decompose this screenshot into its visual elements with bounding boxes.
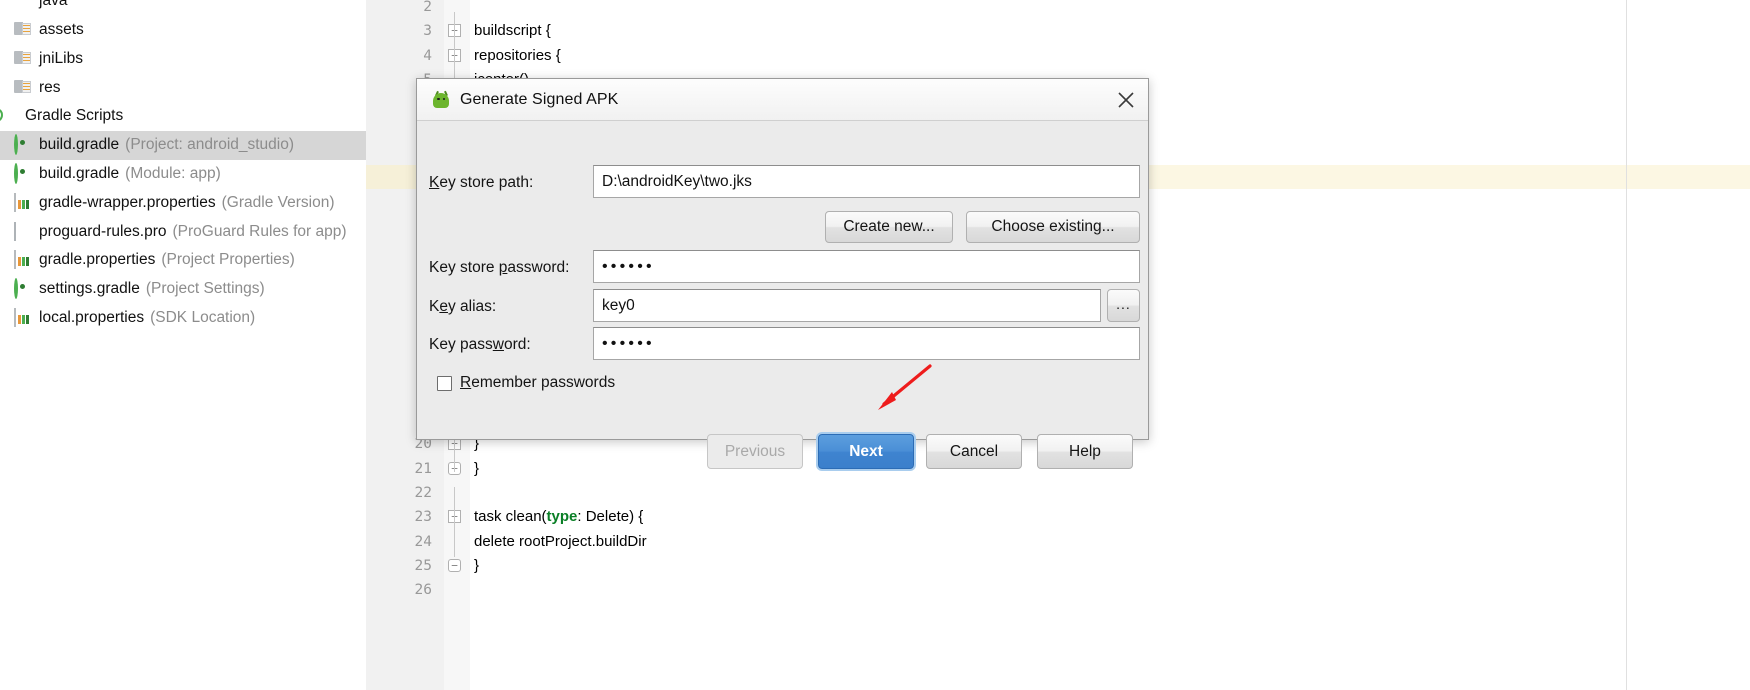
gradle-icon xyxy=(14,134,32,156)
dialog-titlebar[interactable]: Generate Signed APK xyxy=(417,79,1148,121)
code-line-text[interactable]: repositories { xyxy=(474,44,561,68)
key-store-password-input[interactable]: •••••• xyxy=(593,250,1140,283)
line-number: 4 xyxy=(423,47,432,64)
folder-icon xyxy=(14,21,32,39)
remember-passwords-checkbox[interactable]: Remember passwords xyxy=(437,374,615,392)
gradle-icon xyxy=(14,278,32,300)
tree-item-gradle-properties[interactable]: gradle.properties (Project Properties) xyxy=(0,246,366,275)
tree-item-label: build.gradle xyxy=(39,165,120,183)
tree-item-sublabel: (Project Properties) xyxy=(161,251,295,269)
tree-item-settings-gradle[interactable]: settings.gradle (Project Settings) xyxy=(0,275,366,304)
key-store-password-value: •••••• xyxy=(602,257,655,275)
code-fold-toggle-icon[interactable]: − xyxy=(448,558,461,572)
tree-item-gradle-scripts[interactable]: Gradle Scripts xyxy=(0,102,366,131)
key-password-input[interactable]: •••••• xyxy=(593,327,1140,360)
line-number: 3 xyxy=(423,23,432,40)
key-store-path-label: Key store path: xyxy=(429,174,534,191)
tree-item-label: assets xyxy=(39,21,84,39)
fold-guide-line xyxy=(454,487,455,557)
tree-item-label: jniLibs xyxy=(39,49,83,67)
help-button[interactable]: Help xyxy=(1037,434,1133,469)
choose-existing-button[interactable]: Choose existing... xyxy=(966,211,1140,243)
project-tree-pane[interactable]: java assets jniLibs res Gradle Scripts build.… xyxy=(0,0,366,690)
tree-item-label: res xyxy=(39,78,61,96)
folder-java-icon xyxy=(14,0,32,10)
line-number: 2 xyxy=(423,0,432,15)
properties-icon xyxy=(14,308,32,328)
key-alias-label: Key alias: xyxy=(429,298,497,315)
tree-item-sublabel: (Module: app) xyxy=(125,165,221,183)
editor-right-border xyxy=(1626,0,1627,690)
key-password-label: Key password: xyxy=(429,336,531,353)
tree-item-proguard-rules-pro[interactable]: proguard-rules.pro (ProGuard Rules for ap… xyxy=(0,217,366,246)
gradle-icon xyxy=(14,163,32,185)
code-line-text[interactable]: buildscript { xyxy=(474,19,551,43)
properties-icon xyxy=(14,192,32,212)
tree-item-sublabel: (SDK Location) xyxy=(150,309,256,327)
cancel-button[interactable]: Cancel xyxy=(926,434,1022,469)
tree-item-java[interactable]: java xyxy=(0,0,366,16)
remember-passwords-label: Remember passwords xyxy=(460,374,616,391)
tree-item-sublabel: (Project: android_studio) xyxy=(125,136,295,154)
tree-item-sublabel: (Gradle Version) xyxy=(221,193,335,211)
tree-item-label: build.gradle xyxy=(39,136,120,154)
code-line-text[interactable]: } xyxy=(474,554,479,578)
tree-item-label: java xyxy=(39,0,68,10)
textfile-icon xyxy=(14,221,32,241)
tree-item-sublabel: (ProGuard Rules for app) xyxy=(172,222,347,240)
line-number: 25 xyxy=(414,557,432,574)
key-password-value: •••••• xyxy=(602,334,655,352)
gradle-scripts-icon xyxy=(0,107,18,125)
tree-item-assets[interactable]: assets xyxy=(0,16,366,45)
create-new-button[interactable]: Create new... xyxy=(825,211,953,243)
generate-signed-apk-dialog[interactable]: Generate Signed APK Key store path: D:\a… xyxy=(416,78,1149,469)
key-store-path-input[interactable]: D:\androidKey\two.jks xyxy=(593,165,1140,198)
tree-item-label: settings.gradle xyxy=(39,280,140,298)
checkbox-box[interactable] xyxy=(437,375,452,391)
android-icon xyxy=(431,90,451,110)
tree-item-sublabel: (Project Settings) xyxy=(145,280,265,298)
tree-item-local-properties[interactable]: local.properties (SDK Location) xyxy=(0,304,366,333)
tree-item-build-gradle[interactable]: build.gradle (Module: app) xyxy=(0,160,366,189)
key-alias-browse-button[interactable]: ... xyxy=(1107,289,1140,322)
dialog-body: Key store path: D:\androidKey\two.jks Cr… xyxy=(417,121,1148,469)
next-button[interactable]: Next xyxy=(818,434,914,469)
previous-button[interactable]: Previous xyxy=(707,434,803,469)
tree-item-label: gradle-wrapper.properties xyxy=(39,193,216,211)
line-number: 23 xyxy=(414,509,432,526)
dialog-title: Generate Signed APK xyxy=(460,90,619,108)
key-alias-value: key0 xyxy=(602,296,635,314)
line-number: 21 xyxy=(414,460,432,477)
tree-item-build-gradle[interactable]: build.gradle (Project: android_studio) xyxy=(0,131,366,160)
tree-item-label: proguard-rules.pro xyxy=(39,222,167,240)
folder-icon xyxy=(14,50,32,68)
code-line-text[interactable]: delete rootProject.buildDir xyxy=(474,530,647,554)
close-icon[interactable] xyxy=(1114,88,1138,112)
line-number: 26 xyxy=(414,582,432,599)
folder-icon xyxy=(14,79,32,97)
tree-item-label: local.properties xyxy=(39,309,145,327)
tree-item-jnilibs[interactable]: jniLibs xyxy=(0,45,366,74)
key-alias-input[interactable]: key0 xyxy=(593,289,1101,322)
code-line-text[interactable]: task clean(type: Delete) { xyxy=(474,505,643,529)
key-store-password-label: Key store password: xyxy=(429,259,570,276)
tree-item-label: gradle.properties xyxy=(39,251,156,269)
tree-item-label: Gradle Scripts xyxy=(25,107,124,125)
key-store-path-value: D:\androidKey\two.jks xyxy=(602,172,752,190)
tree-item-res[interactable]: res xyxy=(0,73,366,102)
line-number: 22 xyxy=(414,485,432,501)
line-number: 24 xyxy=(414,533,432,550)
code-line-text[interactable]: } xyxy=(474,457,479,481)
tree-item-gradle-wrapper-properties[interactable]: gradle-wrapper.properties (Gradle Version… xyxy=(0,189,366,218)
properties-icon xyxy=(14,250,32,270)
